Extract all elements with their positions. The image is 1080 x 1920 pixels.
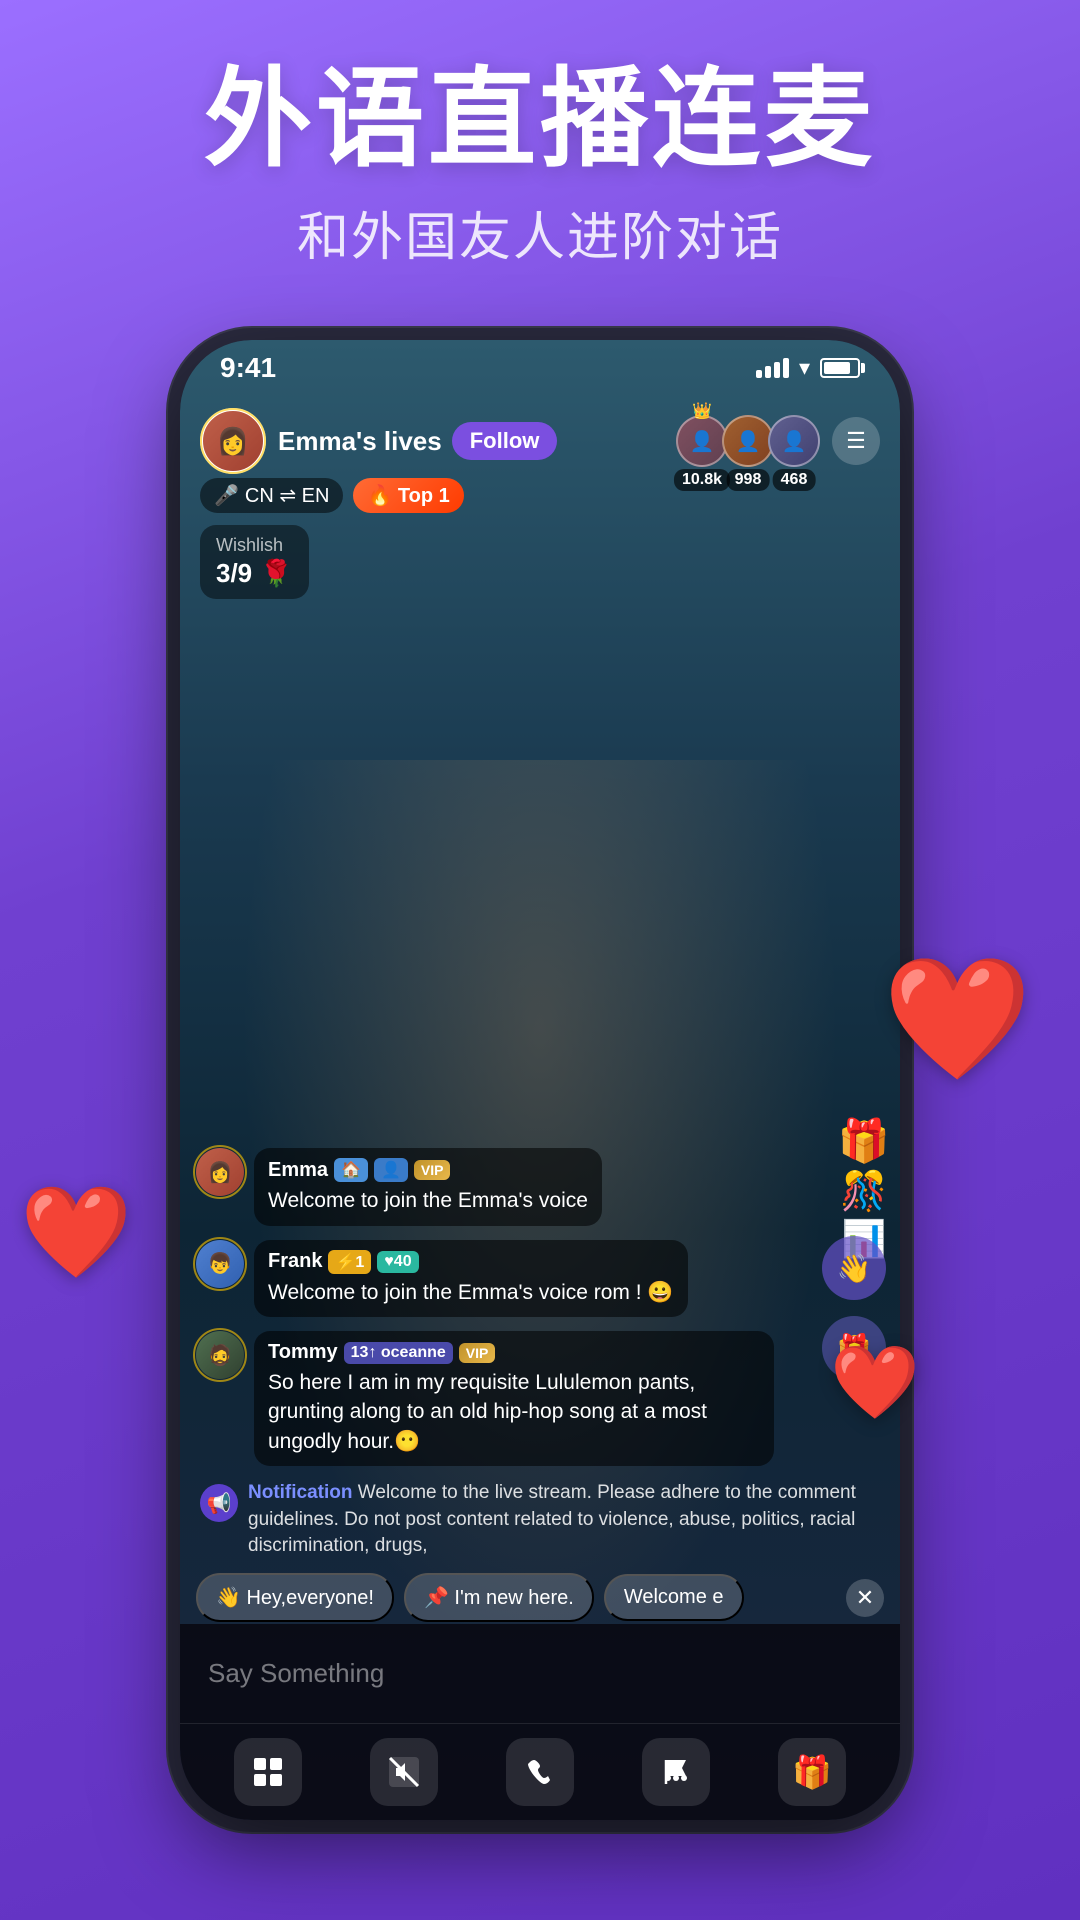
follow-button[interactable]: Follow bbox=[452, 422, 558, 460]
host-avatar: 👩 bbox=[200, 408, 266, 474]
notification-label: Notification bbox=[248, 1482, 353, 1503]
wishlish-emoji: 🌹 bbox=[260, 558, 292, 589]
hero-title: 外语直播连麦 bbox=[0, 60, 1080, 179]
host-info: Emma's lives Follow bbox=[278, 422, 664, 460]
grid-icon-button[interactable] bbox=[234, 1738, 302, 1806]
top-badge: 🔥 Top 1 bbox=[353, 478, 463, 513]
mic-icon: 🎤 bbox=[214, 483, 239, 508]
tommy-badge-1: 13↑ oceanne bbox=[344, 1342, 453, 1364]
emma-name: Emma bbox=[268, 1159, 328, 1182]
tommy-bubble: Tommy 13↑ oceanne VIP So here I am in my… bbox=[254, 1331, 774, 1466]
quick-reply-new[interactable]: 📌 I'm new here. bbox=[404, 1573, 594, 1622]
bottom-bar: Say Something bbox=[180, 1624, 900, 1820]
emma-avatar: 👩 bbox=[196, 1148, 244, 1196]
translation-badge: 🎤 CN ⇌ EN bbox=[200, 478, 343, 513]
viewer-count-2: 998 bbox=[727, 469, 770, 491]
emma-badge-vip: VIP bbox=[414, 1160, 451, 1180]
menu-button[interactable]: ☰ bbox=[832, 417, 880, 465]
emma-bubble: Emma 🏠 👤 VIP Welcome to join the Emma's … bbox=[254, 1148, 602, 1225]
translation-text: CN ⇌ EN bbox=[245, 483, 330, 508]
call-icon-button[interactable] bbox=[506, 1738, 574, 1806]
viewer-count-1: 10.8k bbox=[674, 469, 730, 491]
quick-replies: 👋 Hey,everyone! 📌 I'm new here. Welcome … bbox=[180, 1573, 900, 1622]
tommy-avatar: 🧔 bbox=[196, 1331, 244, 1379]
gift-icon-button[interactable]: 🎁 bbox=[778, 1738, 846, 1806]
notification-item: 📢 Notification Welcome to the live strea… bbox=[196, 1480, 884, 1560]
notification-icon: 📢 bbox=[200, 1484, 238, 1522]
phone-screen: 9:41 ▾ 👩 bbox=[180, 340, 900, 1820]
tommy-badge-vip: VIP bbox=[459, 1343, 496, 1363]
viewer-avatars: 👑 👤 10.8k 👤 998 👤 468 bbox=[676, 415, 820, 467]
frank-header: Frank ⚡1 ♥40 bbox=[268, 1250, 674, 1274]
bottom-icons-row: 🎁 bbox=[180, 1724, 900, 1820]
translation-section: 🎤 CN ⇌ EN 🔥 Top 1 bbox=[200, 478, 464, 513]
emma-text: Welcome to join the Emma's voice bbox=[268, 1186, 588, 1215]
signal-icon bbox=[756, 358, 789, 378]
hero-section: 外语直播连麦 和外国友人进阶对话 bbox=[0, 60, 1080, 270]
frank-bubble: Frank ⚡1 ♥40 Welcome to join the Emma's … bbox=[254, 1240, 688, 1317]
viewer-count-3: 468 bbox=[773, 469, 816, 491]
heart-decoration-left: ❤️ bbox=[20, 1180, 132, 1285]
heart-decoration-bottom: ❤️ bbox=[830, 1340, 920, 1425]
emma-badge-user: 👤 bbox=[374, 1158, 408, 1182]
frank-badge-2: ♥40 bbox=[377, 1251, 418, 1273]
heart-decoration-right: ❤️ bbox=[883, 950, 1032, 1090]
frank-text: Welcome to join the Emma's voice rom ! 😀 bbox=[268, 1278, 674, 1307]
quick-reply-hey[interactable]: 👋 Hey,everyone! bbox=[196, 1573, 394, 1622]
emma-header: Emma 🏠 👤 VIP bbox=[268, 1158, 588, 1182]
close-quick-replies[interactable]: ✕ bbox=[846, 1579, 884, 1617]
comments-section: 👩 Emma 🏠 👤 VIP Welcome to join the Emma'… bbox=[180, 1148, 900, 1560]
mute-icon-button[interactable] bbox=[370, 1738, 438, 1806]
wishlish-box: Wishlish 3/9 🌹 bbox=[200, 525, 309, 599]
status-time: 9:41 bbox=[220, 352, 756, 384]
wifi-icon: ▾ bbox=[799, 355, 810, 381]
tommy-text: So here I am in my requisite Lululemon p… bbox=[268, 1368, 760, 1456]
tommy-header: Tommy 13↑ oceanne VIP bbox=[268, 1341, 760, 1364]
comment-emma: 👩 Emma 🏠 👤 VIP Welcome to join the Emma'… bbox=[196, 1148, 884, 1225]
viewer-avatar-2: 👤 998 bbox=[722, 415, 774, 467]
flag-icon-button[interactable] bbox=[642, 1738, 710, 1806]
wave-button[interactable]: 👋 bbox=[822, 1236, 886, 1300]
frank-name: Frank bbox=[268, 1250, 322, 1273]
stream-header: 👩 Emma's lives Follow 👑 👤 10.8k bbox=[180, 396, 900, 486]
wishlish-count: 3/9 🌹 bbox=[216, 558, 293, 589]
phone-body: 9:41 ▾ 👩 bbox=[180, 340, 900, 1820]
hero-subtitle: 和外国友人进阶对话 bbox=[0, 195, 1080, 270]
quick-reply-welcome[interactable]: Welcome e bbox=[604, 1574, 744, 1621]
wishlish-label: Wishlish bbox=[216, 535, 293, 556]
status-bar: 9:41 ▾ bbox=[180, 340, 900, 396]
battery-icon bbox=[820, 358, 860, 378]
comment-frank: 👦 Frank ⚡1 ♥40 Welcome to join the Emma'… bbox=[196, 1240, 884, 1317]
status-icons: ▾ bbox=[756, 355, 860, 381]
input-row: Say Something bbox=[180, 1624, 900, 1724]
host-name: Emma's lives bbox=[278, 426, 442, 457]
comment-tommy: 🧔 Tommy 13↑ oceanne VIP So here I am in … bbox=[196, 1331, 884, 1466]
frank-badge-1: ⚡1 bbox=[328, 1250, 371, 1274]
frank-avatar: 👦 bbox=[196, 1240, 244, 1288]
say-something-input[interactable]: Say Something bbox=[200, 1658, 880, 1689]
emma-badge-home: 🏠 bbox=[334, 1158, 368, 1182]
tommy-name: Tommy bbox=[268, 1341, 338, 1364]
notification-text: Notification Welcome to the live stream.… bbox=[248, 1480, 880, 1560]
phone-frame: 9:41 ▾ 👩 bbox=[180, 340, 900, 1820]
viewer-avatar-3: 👤 468 bbox=[768, 415, 820, 467]
viewer-avatar-1: 👑 👤 10.8k bbox=[676, 415, 728, 467]
